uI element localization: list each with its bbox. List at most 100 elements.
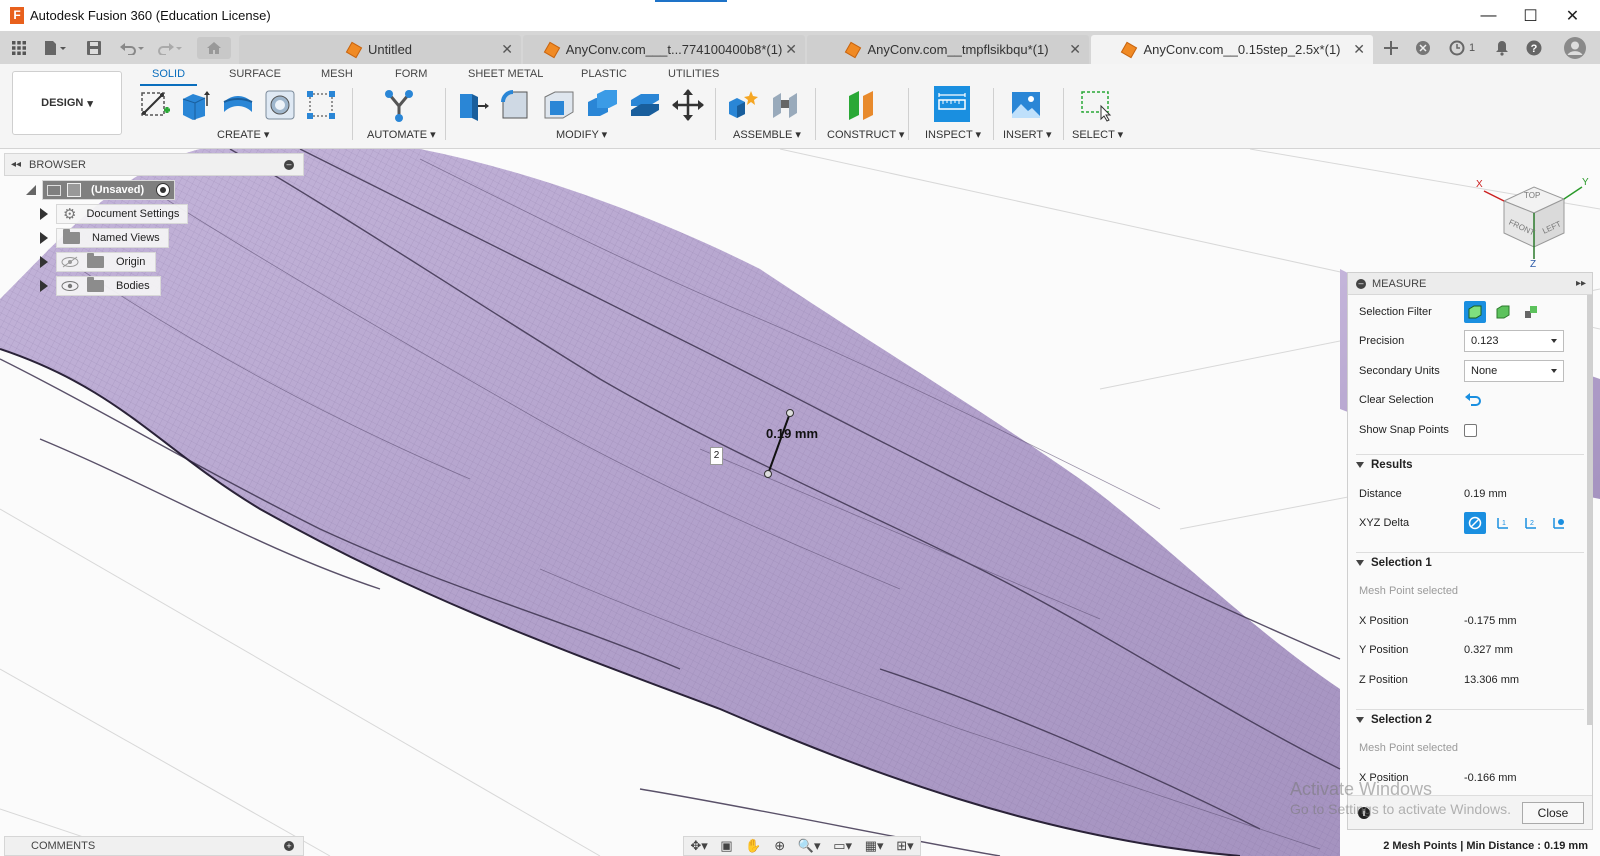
tab-mesh[interactable]: MESH bbox=[321, 68, 353, 80]
expand-triangle-icon[interactable] bbox=[40, 208, 48, 220]
tab-solid[interactable]: SOLID bbox=[152, 68, 185, 80]
split-body-icon[interactable] bbox=[628, 88, 662, 122]
tab-anyconv-1[interactable]: AnyConv.com___t...774100400b8*(1) ✕ bbox=[523, 35, 805, 64]
selection2-section-header[interactable]: Selection 2 bbox=[1356, 709, 1584, 729]
undo-icon[interactable] bbox=[117, 37, 147, 59]
selection1-section-header[interactable]: Selection 1 bbox=[1356, 552, 1584, 572]
delta-xyz-1-icon[interactable]: 1 bbox=[1492, 512, 1514, 534]
app-grid-icon[interactable] bbox=[8, 37, 30, 59]
notifications-bell-icon[interactable] bbox=[1490, 37, 1514, 59]
minimize-button[interactable]: — bbox=[1466, 0, 1511, 31]
named-views-node[interactable]: Named Views bbox=[56, 228, 169, 248]
comments-panel[interactable]: COMMENTS + bbox=[4, 836, 304, 856]
browser-item-bodies[interactable]: Bodies bbox=[40, 275, 161, 297]
tab-sheet-metal[interactable]: SHEET METAL bbox=[468, 68, 543, 80]
joint-icon[interactable] bbox=[768, 88, 802, 122]
automate-group-label[interactable]: AUTOMATE ▾ bbox=[367, 128, 436, 141]
tab-plastic[interactable]: PLASTIC bbox=[581, 68, 627, 80]
close-window-button[interactable]: ✕ bbox=[1550, 0, 1595, 31]
browser-item-origin[interactable]: Origin bbox=[40, 251, 157, 273]
expand-triangle-icon[interactable] bbox=[40, 280, 48, 292]
bodies-node[interactable]: Bodies bbox=[56, 276, 161, 296]
maximize-button[interactable]: ☐ bbox=[1508, 0, 1553, 31]
automate-icon[interactable] bbox=[382, 88, 416, 122]
tab-close-icon[interactable]: ✕ bbox=[785, 41, 797, 58]
tab-close-icon[interactable]: ✕ bbox=[1353, 41, 1365, 58]
clear-selection-icon[interactable] bbox=[1464, 391, 1482, 410]
insert-image-icon[interactable] bbox=[1009, 88, 1043, 122]
tab-close-icon[interactable]: ✕ bbox=[501, 41, 513, 58]
root-component[interactable]: (Unsaved) bbox=[42, 180, 176, 200]
view-cube[interactable]: TOP FRONT LEFT X Y Z bbox=[1476, 171, 1596, 271]
secondary-units-dropdown[interactable]: None bbox=[1464, 360, 1564, 382]
eye-icon[interactable] bbox=[47, 184, 61, 196]
show-snap-points-checkbox[interactable] bbox=[1464, 423, 1477, 437]
home-icon[interactable] bbox=[197, 37, 231, 59]
delta-xyz-2-icon[interactable]: 2 bbox=[1520, 512, 1542, 534]
user-avatar-icon[interactable] bbox=[1562, 37, 1588, 59]
fillet-icon[interactable] bbox=[499, 88, 533, 122]
assemble-group-label[interactable]: ASSEMBLE ▾ bbox=[733, 128, 801, 141]
press-pull-icon[interactable] bbox=[456, 88, 490, 122]
extensions-icon[interactable] bbox=[1410, 37, 1436, 59]
tab-anyconv-active[interactable]: AnyConv.com__0.15step_2.5x*(1) ✕ bbox=[1091, 35, 1373, 64]
delta-xyz-3-icon[interactable] bbox=[1548, 512, 1570, 534]
origin-node[interactable]: Origin bbox=[56, 252, 157, 272]
dialog-minimize-icon[interactable]: – bbox=[1356, 278, 1366, 289]
window-select-icon[interactable] bbox=[1079, 88, 1113, 122]
eye-icon[interactable] bbox=[61, 280, 79, 292]
help-icon[interactable]: ? bbox=[1522, 37, 1546, 59]
browser-item-document-settings[interactable]: ⚙ Document Settings bbox=[40, 203, 189, 225]
zoom-icon[interactable]: ⊕ bbox=[774, 838, 785, 854]
zoom-window-icon[interactable]: 🔍▾ bbox=[798, 838, 821, 854]
expanded-triangle-icon[interactable] bbox=[26, 185, 36, 195]
new-component-icon[interactable] bbox=[725, 88, 759, 122]
hole-icon[interactable] bbox=[263, 88, 297, 122]
browser-minimize-icon[interactable]: – bbox=[284, 159, 294, 170]
tab-surface[interactable]: SURFACE bbox=[229, 68, 281, 80]
pan-icon[interactable]: ✋ bbox=[745, 838, 761, 854]
results-section-header[interactable]: Results bbox=[1356, 454, 1584, 474]
filter-face-icon[interactable] bbox=[1464, 301, 1486, 323]
viewports-icon[interactable]: ⊞▾ bbox=[896, 838, 913, 854]
expand-triangle-icon[interactable] bbox=[40, 256, 48, 268]
add-comment-icon[interactable]: + bbox=[284, 841, 294, 851]
filter-body-icon[interactable] bbox=[1492, 301, 1514, 323]
inspect-group-label[interactable]: INSPECT ▾ bbox=[925, 128, 981, 141]
revolve-icon[interactable] bbox=[221, 88, 255, 122]
measure-scrollbar[interactable] bbox=[1587, 295, 1592, 725]
job-status-icon[interactable]: 1 bbox=[1444, 37, 1480, 59]
workspace-switcher-button[interactable]: DESIGN ▾ bbox=[12, 71, 122, 135]
tab-anyconv-2[interactable]: AnyConv.com__tmpflsikbqu*(1) ✕ bbox=[807, 35, 1089, 64]
file-menu-icon[interactable] bbox=[40, 37, 70, 59]
grid-settings-icon[interactable]: ▦▾ bbox=[865, 838, 884, 854]
viewcube-top-label[interactable]: TOP bbox=[1524, 191, 1540, 200]
pattern-icon[interactable] bbox=[304, 88, 338, 122]
save-icon[interactable] bbox=[84, 37, 104, 59]
tab-form[interactable]: FORM bbox=[395, 68, 427, 80]
tab-close-icon[interactable]: ✕ bbox=[1069, 41, 1081, 58]
look-at-icon[interactable]: ▣ bbox=[720, 838, 732, 854]
create-group-label[interactable]: CREATE ▾ bbox=[217, 128, 269, 141]
browser-root-row[interactable]: (Unsaved) bbox=[26, 179, 176, 201]
extrude-icon[interactable] bbox=[179, 88, 213, 122]
expand-triangle-icon[interactable] bbox=[40, 232, 48, 244]
expand-dialog-icon[interactable]: ▸▸ bbox=[1576, 278, 1586, 289]
filter-component-icon[interactable] bbox=[1520, 301, 1542, 323]
redo-icon[interactable] bbox=[155, 37, 185, 59]
collapse-browser-icon[interactable]: ◂◂ bbox=[11, 159, 21, 170]
measure-tool-icon[interactable] bbox=[934, 86, 970, 122]
tab-untitled[interactable]: Untitled ✕ bbox=[239, 35, 521, 64]
tab-utilities[interactable]: UTILITIES bbox=[668, 68, 719, 80]
new-tab-icon[interactable] bbox=[1378, 37, 1404, 59]
display-settings-icon[interactable]: ▭▾ bbox=[833, 838, 852, 854]
combine-icon[interactable] bbox=[585, 88, 619, 122]
construct-group-label[interactable]: CONSTRUCT ▾ bbox=[827, 128, 904, 141]
shell-icon[interactable] bbox=[542, 88, 576, 122]
document-settings-node[interactable]: ⚙ Document Settings bbox=[56, 204, 189, 224]
insert-group-label[interactable]: INSERT ▾ bbox=[1003, 128, 1052, 141]
orbit-icon[interactable]: ✥▾ bbox=[690, 838, 707, 854]
activate-radio-icon[interactable] bbox=[156, 183, 171, 197]
modify-group-label[interactable]: MODIFY ▾ bbox=[556, 128, 607, 141]
hidden-eye-icon[interactable] bbox=[61, 256, 79, 268]
